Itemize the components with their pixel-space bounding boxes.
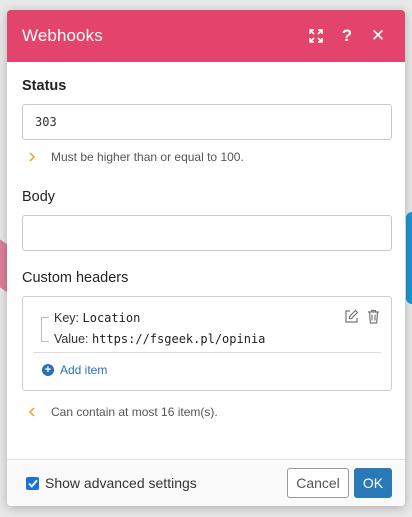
dialog-content: Status 303 Must be higher than or equal …	[7, 62, 405, 419]
status-input[interactable]: 303	[22, 104, 392, 140]
custom-headers-hint-text: Can contain at most 16 item(s).	[51, 405, 218, 419]
help-button[interactable]: ?	[334, 23, 360, 49]
plus-circle-icon: +	[42, 364, 54, 376]
dialog-footer: Show advanced settings Cancel OK	[7, 459, 405, 506]
add-item-label: Add item	[60, 363, 108, 377]
close-button[interactable]: ✕	[365, 23, 391, 49]
edit-icon	[345, 309, 359, 323]
dialog-title: Webhooks	[22, 26, 103, 45]
background-shape-right	[406, 212, 412, 304]
add-item-button[interactable]: + Add item	[42, 363, 107, 377]
ok-button[interactable]: OK	[354, 468, 392, 498]
custom-headers-box: Key: Location Value: https://fsgeek.pl/o…	[22, 296, 392, 391]
checkmark-icon	[27, 479, 38, 488]
header-item: Key: Location Value: https://fsgeek.pl/o…	[41, 308, 381, 350]
key-label: Key:	[54, 311, 80, 325]
trash-icon	[368, 309, 379, 324]
tree-bracket	[41, 317, 49, 342]
advanced-settings-label[interactable]: Show advanced settings	[45, 475, 287, 491]
body-input[interactable]	[22, 215, 392, 251]
chevron-left-icon	[28, 407, 42, 417]
status-label: Status	[22, 78, 67, 94]
status-hint-text: Must be higher than or equal to 100.	[51, 150, 244, 164]
delete-button[interactable]	[367, 309, 380, 324]
status-hint: Must be higher than or equal to 100.	[22, 150, 390, 164]
custom-headers-label: Custom headers	[22, 270, 129, 286]
webhooks-dialog: Webhooks ? ✕ Status 303 Must be higher t…	[7, 10, 405, 506]
expand-icon	[309, 29, 323, 43]
close-icon: ✕	[370, 26, 386, 45]
advanced-settings-checkbox[interactable]	[26, 476, 39, 490]
expand-button[interactable]	[303, 23, 329, 49]
custom-headers-hint: Can contain at most 16 item(s).	[22, 405, 390, 419]
value-label: Value:	[54, 332, 89, 346]
body-label: Body	[22, 189, 56, 205]
cancel-button[interactable]: Cancel	[287, 468, 349, 498]
help-icon: ?	[341, 26, 353, 45]
divider	[33, 352, 381, 353]
dialog-header: Webhooks ? ✕	[7, 10, 405, 62]
chevron-right-icon	[28, 152, 42, 162]
key-value: Location	[82, 311, 141, 325]
value-value: https://fsgeek.pl/opinia	[92, 332, 266, 346]
edit-button[interactable]	[344, 309, 359, 324]
item-actions	[344, 309, 380, 324]
